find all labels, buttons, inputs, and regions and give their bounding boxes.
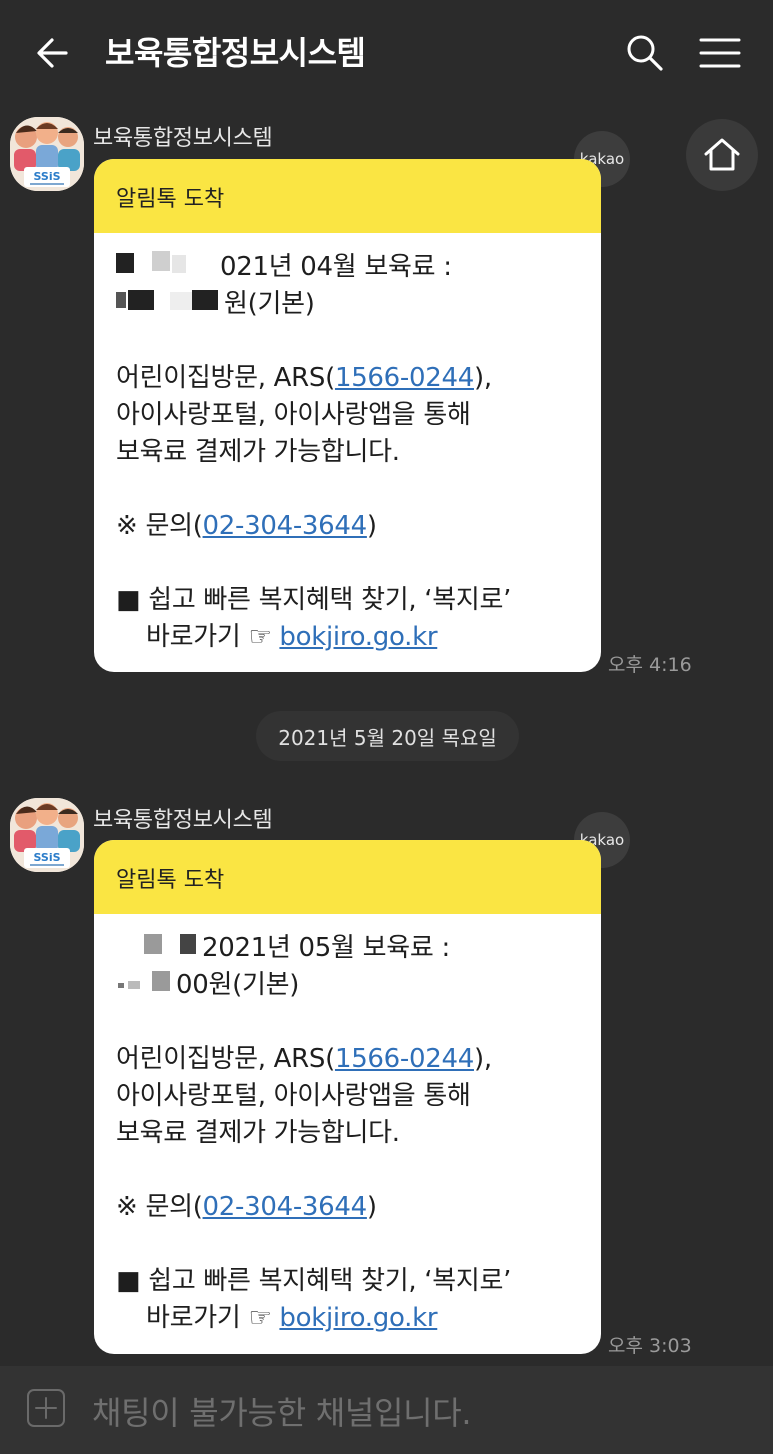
card-header: 알림톡 도착 bbox=[94, 159, 601, 233]
pay-line-2: 아이사랑포털, 아이사랑앱을 통해 bbox=[116, 400, 471, 430]
redacted-name bbox=[116, 249, 216, 286]
pay-suffix: ), bbox=[473, 1044, 492, 1074]
pay-line-1: 어린이집방문, ARS(1566-0244), bbox=[116, 360, 601, 397]
hamburger-menu-icon[interactable] bbox=[695, 30, 745, 76]
pay-line-1: 어린이집방문, ARS(1566-0244), bbox=[116, 1041, 601, 1078]
pay-line-3: 보육료 결제가 가능합니다. bbox=[116, 1118, 400, 1148]
channel-avatar[interactable]: SSiS bbox=[10, 798, 84, 872]
pay-prefix: 어린이집방문, ARS( bbox=[116, 363, 335, 393]
back-arrow-icon[interactable] bbox=[30, 30, 76, 76]
inquiry-line: ※ 문의(02-304-3644) bbox=[116, 1189, 601, 1226]
inquiry-suffix: ) bbox=[366, 511, 377, 541]
promo-prefix: 바로가기 ☞ bbox=[146, 622, 280, 652]
fee-month-text: 021년 04월 보육료 : bbox=[220, 252, 452, 282]
sender-name: 보육통합정보시스템 bbox=[93, 808, 273, 833]
fee-line-1: 021년 04월 보육료 : bbox=[116, 249, 601, 286]
fee-line-2: 00원(기본) bbox=[116, 967, 601, 1004]
svg-text:SSiS: SSiS bbox=[33, 170, 60, 183]
card-header: 알림톡 도착 bbox=[94, 840, 601, 914]
home-icon[interactable] bbox=[686, 119, 758, 191]
sender-name: 보육통합정보시스템 bbox=[93, 126, 273, 151]
promo-line-1: ■ 쉽고 빠른 복지혜택 찾기, ‘복지로’ bbox=[116, 1266, 512, 1296]
fee-amount-text: 00원(기본) bbox=[176, 970, 300, 1000]
redacted-name bbox=[116, 930, 198, 967]
message-time: 오후 4:16 bbox=[608, 654, 692, 676]
alimtalk-card: 알림톡 도착 2021년 05월 보육료 : 00원(기본) 어린이집방문, A… bbox=[94, 840, 601, 1354]
inquiry-phone-link[interactable]: 02-304-3644 bbox=[203, 511, 368, 541]
svg-text:SSiS: SSiS bbox=[33, 851, 60, 864]
bokjiro-link[interactable]: bokjiro.go.kr bbox=[279, 622, 437, 652]
card-body: 2021년 05월 보육료 : 00원(기본) 어린이집방문, ARS(1566… bbox=[94, 914, 601, 1337]
message-time: 오후 3:03 bbox=[608, 1335, 692, 1357]
date-divider: 2021년 5월 20일 목요일 bbox=[256, 711, 519, 761]
pay-prefix: 어린이집방문, ARS( bbox=[116, 1044, 335, 1074]
ars-phone-link[interactable]: 1566-0244 bbox=[335, 363, 474, 393]
promo-line-1: ■ 쉽고 빠른 복지혜택 찾기, ‘복지로’ bbox=[116, 585, 512, 615]
promo-line-2: 바로가기 ☞ bokjiro.go.kr bbox=[116, 619, 601, 656]
chat-disabled-notice: 채팅이 불가능한 채널입니다. bbox=[92, 1394, 472, 1432]
inquiry-suffix: ) bbox=[366, 1192, 377, 1222]
pay-suffix: ), bbox=[473, 363, 492, 393]
channel-avatar[interactable]: SSiS bbox=[10, 117, 84, 191]
bokjiro-link[interactable]: bokjiro.go.kr bbox=[279, 1303, 437, 1333]
pay-line-2: 아이사랑포털, 아이사랑앱을 통해 bbox=[116, 1081, 471, 1111]
fee-line-1: 2021년 05월 보육료 : bbox=[116, 930, 601, 967]
pay-line-3: 보육료 결제가 가능합니다. bbox=[116, 437, 400, 467]
ars-phone-link[interactable]: 1566-0244 bbox=[335, 1044, 474, 1074]
plus-square-icon[interactable] bbox=[26, 1388, 66, 1428]
promo-line-2: 바로가기 ☞ bokjiro.go.kr bbox=[116, 1300, 601, 1337]
search-icon[interactable] bbox=[622, 30, 668, 76]
inquiry-phone-link[interactable]: 02-304-3644 bbox=[203, 1192, 368, 1222]
fee-line-2: 원(기본) bbox=[116, 286, 601, 323]
redacted-amount bbox=[116, 286, 220, 323]
alimtalk-card: 알림톡 도착 021년 04월 보육료 : 원(기본) 어린이집방문, ARS(… bbox=[94, 159, 601, 672]
redacted-amount bbox=[116, 967, 172, 1004]
card-body: 021년 04월 보육료 : 원(기본) 어린이집방문, ARS(1566-02… bbox=[94, 233, 601, 656]
chat-input-bar: 채팅이 불가능한 채널입니다. bbox=[0, 1366, 773, 1454]
fee-month-text: 2021년 05월 보육료 : bbox=[202, 933, 450, 963]
inquiry-prefix: ※ 문의( bbox=[116, 511, 203, 541]
inquiry-prefix: ※ 문의( bbox=[116, 1192, 203, 1222]
fee-amount-text: 원(기본) bbox=[224, 289, 315, 319]
promo-prefix: 바로가기 ☞ bbox=[146, 1303, 280, 1333]
top-app-bar: 보육통합정보시스템 bbox=[0, 0, 773, 105]
channel-title: 보육통합정보시스템 bbox=[105, 34, 366, 72]
inquiry-line: ※ 문의(02-304-3644) bbox=[116, 508, 601, 545]
